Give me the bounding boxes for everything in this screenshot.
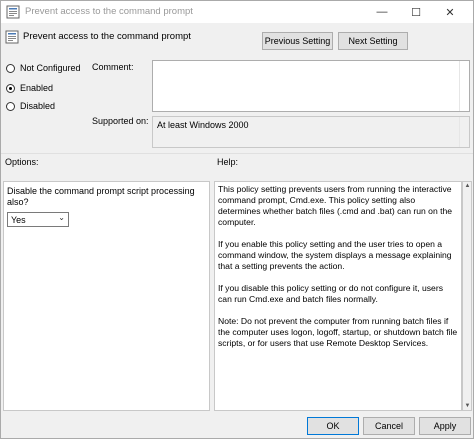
next-setting-button[interactable]: Next Setting (338, 32, 408, 50)
radio-disabled[interactable]: Disabled (6, 101, 55, 111)
minimize-button[interactable]: — (365, 1, 399, 23)
radio-enabled[interactable]: Enabled (6, 83, 53, 93)
option-question: Disable the command prompt script proces… (7, 186, 195, 207)
previous-setting-button[interactable]: Previous Setting (262, 32, 333, 50)
cancel-button[interactable]: Cancel (363, 417, 415, 435)
minimize-icon: — (376, 6, 388, 18)
setting-title: Prevent access to the command prompt (23, 31, 191, 42)
radio-circle (6, 63, 15, 73)
close-icon: ✕ (445, 6, 455, 19)
select-value: Yes (11, 214, 26, 225)
options-pane: Disable the command prompt script proces… (3, 181, 210, 411)
radio-circle (6, 101, 15, 111)
window-title: Prevent access to the command prompt (25, 6, 193, 17)
divider (1, 153, 473, 154)
radio-not-configured[interactable]: Not Configured (6, 63, 81, 73)
help-paragraph: If you disable this policy setting or do… (218, 283, 443, 304)
scroll-down-icon[interactable]: ▼ (464, 403, 471, 409)
radio-circle-selected (6, 83, 15, 93)
supported-scrollbar[interactable] (459, 117, 469, 147)
supported-on-field: At least Windows 2000 (152, 116, 470, 148)
apply-button[interactable]: Apply (419, 417, 471, 435)
help-scrollbar[interactable]: ▲ ▼ (462, 181, 472, 411)
options-label: Options: (5, 157, 39, 167)
script-processing-select[interactable]: Yes ⌄ (7, 212, 69, 227)
chevron-down-icon: ⌄ (58, 213, 65, 222)
help-paragraph: Note: Do not prevent the computer from r… (218, 316, 458, 348)
help-label: Help: (217, 157, 239, 167)
maximize-button[interactable]: ☐ (399, 1, 433, 23)
help-paragraph: If you enable this policy setting and th… (218, 239, 452, 271)
help-pane: This policy setting prevents users from … (214, 181, 462, 411)
supported-on-value: At least Windows 2000 (157, 120, 249, 130)
radio-label: Enabled (20, 83, 54, 93)
maximize-icon: ☐ (411, 6, 421, 19)
radio-label: Not Configured (20, 63, 81, 73)
scroll-up-icon[interactable]: ▲ (464, 183, 471, 189)
policy-icon (5, 30, 19, 44)
supported-on-label: Supported on: (92, 116, 149, 126)
close-button[interactable]: ✕ (433, 1, 467, 23)
comment-field[interactable] (152, 60, 470, 112)
help-paragraph: This policy setting prevents users from … (218, 184, 453, 227)
policy-icon (6, 5, 20, 19)
radio-label: Disabled (20, 101, 56, 111)
ok-button[interactable]: OK (307, 417, 359, 435)
title-bar: Prevent access to the command prompt — ☐… (1, 1, 473, 23)
comment-scrollbar[interactable] (459, 61, 469, 111)
policy-dialog: Prevent access to the command prompt — ☐… (0, 0, 474, 439)
comment-label: Comment: (92, 62, 134, 72)
